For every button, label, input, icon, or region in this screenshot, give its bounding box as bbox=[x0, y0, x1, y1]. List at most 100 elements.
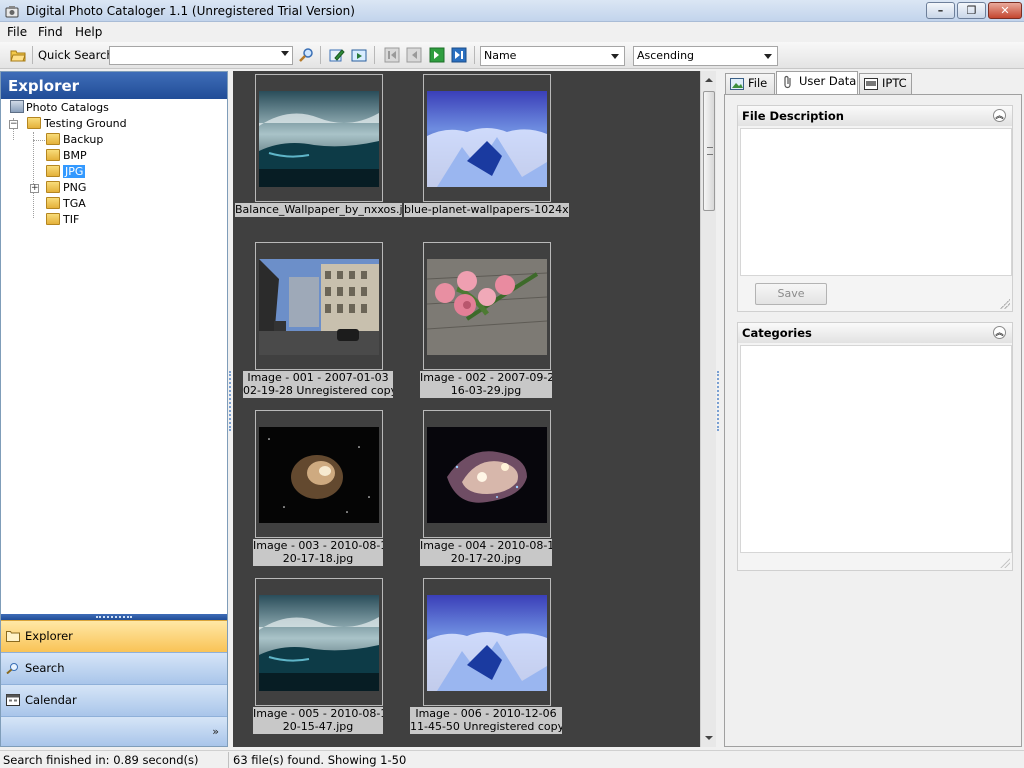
menu-find[interactable]: Find bbox=[38, 25, 63, 39]
thumbnail-scrollbar[interactable] bbox=[700, 71, 716, 747]
close-button[interactable]: ✕ bbox=[988, 2, 1022, 19]
caption-line: Image - 003 - 2010-08-14 bbox=[253, 539, 383, 552]
caption-line: Image - 002 - 2007-09-29 bbox=[420, 371, 552, 384]
open-folder-icon[interactable] bbox=[10, 47, 26, 63]
tree-item-label: Testing Ground bbox=[44, 117, 127, 130]
folder-icon bbox=[46, 165, 60, 177]
explorer-header: Explorer bbox=[1, 72, 227, 99]
save-button[interactable]: Save bbox=[755, 283, 827, 305]
expand-icon[interactable]: + bbox=[30, 184, 39, 193]
collapse-icon[interactable]: ︽ bbox=[993, 326, 1006, 339]
tree-item-jpg[interactable]: JPG bbox=[46, 164, 86, 180]
splitter-grip bbox=[717, 371, 719, 431]
slideshow-icon[interactable] bbox=[351, 47, 367, 63]
nav-explorer-button[interactable]: Explorer bbox=[1, 620, 227, 652]
sort-field-select[interactable]: Name bbox=[480, 46, 625, 66]
toolbar-separator bbox=[32, 46, 33, 64]
thumbnail-card[interactable] bbox=[255, 410, 383, 538]
edit-icon[interactable] bbox=[329, 47, 345, 63]
tab-iptc[interactable]: IPTC bbox=[859, 73, 912, 94]
last-page-icon[interactable] bbox=[451, 47, 467, 63]
quick-search-input[interactable] bbox=[109, 46, 293, 65]
tree-item-label: TIF bbox=[63, 213, 80, 226]
folder-icon bbox=[46, 213, 60, 225]
categories-header: Categories ︽ bbox=[738, 323, 1012, 343]
search-icon[interactable] bbox=[298, 47, 314, 63]
resize-grip-icon[interactable] bbox=[1000, 299, 1010, 309]
folder-icon bbox=[27, 117, 41, 129]
thumbnail-card[interactable] bbox=[423, 578, 551, 706]
status-bar: Search finished in: 0.89 second(s) 63 fi… bbox=[0, 750, 1024, 768]
menu-file[interactable]: File bbox=[7, 25, 27, 39]
categories-title: Categories bbox=[742, 326, 812, 340]
thumbnail-card[interactable] bbox=[423, 410, 551, 538]
nav-search-button[interactable]: Search bbox=[1, 652, 227, 684]
tab-file[interactable]: File bbox=[725, 73, 775, 94]
thumbnail-card[interactable] bbox=[255, 242, 383, 370]
caption-line: Image - 005 - 2010-08-14 bbox=[253, 707, 383, 720]
user-data-tab-body: File Description ︽ Save Categories ︽ bbox=[724, 94, 1022, 747]
right-splitter[interactable] bbox=[716, 71, 721, 747]
thumbnail-card[interactable] bbox=[255, 74, 383, 202]
nav-overflow-button[interactable]: » bbox=[1, 716, 227, 746]
tree-item-label: BMP bbox=[63, 149, 87, 162]
nav-explorer-label: Explorer bbox=[25, 629, 73, 643]
nav-calendar-button[interactable]: Calendar bbox=[1, 684, 227, 716]
tree-item-testing-ground[interactable]: Testing Ground bbox=[27, 116, 127, 132]
collapse-icon[interactable]: − bbox=[9, 120, 18, 129]
scroll-thumb[interactable] bbox=[703, 91, 715, 211]
categories-list[interactable] bbox=[740, 345, 1012, 553]
sort-order-value: Ascending bbox=[637, 49, 695, 62]
quick-search-label: Quick Search: bbox=[38, 48, 118, 62]
tab-iptc-label: IPTC bbox=[882, 76, 907, 90]
thumbnail-card[interactable] bbox=[423, 74, 551, 202]
maximize-button[interactable]: ❐ bbox=[957, 2, 986, 19]
image-nebula bbox=[259, 427, 379, 523]
explorer-panel: Explorer Photo Catalogs − Testing Ground… bbox=[0, 71, 228, 747]
scroll-up-icon[interactable] bbox=[702, 73, 716, 87]
menu-bar: File Find Help bbox=[0, 22, 1024, 42]
categories-group: Categories ︽ bbox=[737, 322, 1013, 571]
file-description-field[interactable] bbox=[740, 128, 1012, 276]
thumbnail-card[interactable] bbox=[423, 242, 551, 370]
file-count-status: 63 file(s) found. Showing 1-50 bbox=[233, 753, 407, 767]
window-title: Digital Photo Cataloger 1.1 (Unregistere… bbox=[26, 4, 355, 18]
tree-item-bmp[interactable]: BMP bbox=[46, 148, 87, 164]
thumbnail-caption: Image - 004 - 2010-08-14 20-17-20.jpg bbox=[420, 539, 552, 566]
thumbnail-card[interactable] bbox=[255, 578, 383, 706]
app-icon bbox=[5, 6, 19, 18]
tree-item-png[interactable]: PNG bbox=[46, 180, 86, 196]
nav-search-label: Search bbox=[25, 661, 65, 675]
quick-search-dropdown-icon[interactable] bbox=[281, 51, 289, 56]
folder-icon bbox=[6, 631, 20, 642]
tree-item-label: Backup bbox=[63, 133, 104, 146]
tree-item-photo-catalogs[interactable]: Photo Catalogs bbox=[10, 100, 109, 116]
scroll-down-icon[interactable] bbox=[702, 731, 716, 745]
next-page-icon[interactable] bbox=[429, 47, 445, 63]
sort-order-select[interactable]: Ascending bbox=[633, 46, 778, 66]
collapse-icon[interactable]: ︽ bbox=[993, 109, 1006, 122]
thumbnail-grid: Balance_Wallpaper_by_nxxos.jpg blue-plan… bbox=[233, 71, 702, 747]
image-street bbox=[259, 259, 379, 355]
chevron-down-icon: » bbox=[212, 725, 219, 738]
tree-item-backup[interactable]: Backup bbox=[46, 132, 103, 148]
caption-line: 20-17-20.jpg bbox=[450, 552, 522, 565]
caption-line: 16-03-29.jpg bbox=[450, 384, 522, 397]
chevron-down-icon bbox=[764, 54, 772, 59]
minimize-button[interactable]: – bbox=[926, 2, 955, 19]
tree-item-label: PNG bbox=[63, 181, 87, 194]
folder-icon bbox=[46, 133, 60, 145]
resize-grip-icon[interactable] bbox=[1000, 558, 1010, 568]
menu-help[interactable]: Help bbox=[75, 25, 102, 39]
previous-page-icon[interactable] bbox=[406, 47, 422, 63]
first-page-icon[interactable] bbox=[384, 47, 400, 63]
file-description-group: File Description ︽ Save bbox=[737, 105, 1013, 312]
tree-item-tga[interactable]: TGA bbox=[46, 196, 86, 212]
tree-connector bbox=[33, 140, 47, 141]
tree-connector bbox=[33, 132, 34, 218]
iptc-icon bbox=[864, 78, 878, 90]
tab-user-data[interactable]: User Data bbox=[776, 71, 858, 95]
thumbnail-caption: blue-planet-wallpapers-1024x7... bbox=[404, 203, 569, 217]
toolbar-separator bbox=[374, 46, 375, 64]
tree-item-tif[interactable]: TIF bbox=[46, 212, 79, 228]
